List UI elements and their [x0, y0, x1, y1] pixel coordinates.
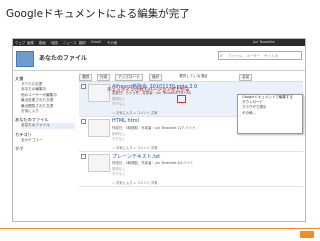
file-name[interactable]: プレーンテキスト.txt	[112, 153, 160, 160]
footer-logo	[300, 231, 314, 238]
search-icon: ⌕	[220, 53, 223, 59]
google-topbar: ウェブ 画像 動画 地図 ニュース 翻訳 Gmail その他 jun Teras…	[13, 39, 305, 46]
upload-button[interactable]: アップロード	[115, 74, 143, 81]
file-row[interactable]: プレーンテキスト.txt 作成日：3時間前、作成者：jun Terashita …	[79, 152, 303, 187]
divider	[13, 70, 305, 71]
page-title: あなたのファイル	[39, 55, 88, 62]
annotation-callout: チェックインされてバージョンが上がる	[107, 88, 190, 93]
sidebar-item-selected[interactable]: あなたのファイル	[21, 123, 75, 129]
topbar-link[interactable]: 動画	[39, 40, 46, 45]
search-input[interactable]: ⌕ ファイル、ユーザー、サイトの	[218, 51, 302, 60]
topbar-link[interactable]: ウェブ	[15, 40, 25, 45]
slide-title: Googleドキュメントによる編集が完了	[6, 8, 190, 20]
row-checkbox[interactable]	[81, 119, 86, 124]
filter-label: 選択している項目	[179, 74, 208, 78]
footer-divider	[0, 228, 320, 229]
file-meta: 作成日：3時間前、作成者：jun Terashita 127 バイト	[112, 126, 196, 130]
topbar-link[interactable]: ニュース	[63, 40, 76, 45]
topbar-link[interactable]: 画像	[27, 40, 34, 45]
file-thumbnail[interactable]	[88, 119, 110, 137]
file-list-panel: 選択 作成 アップロード 操作 選択している項目 名前 Alfresco勉強会_…	[79, 73, 303, 187]
sidebar: 文書 すべての文書 あなたの編集中 他のユーザーが編集中 最近変更された文書 最…	[15, 73, 75, 152]
file-tags: タグなし	[112, 137, 126, 141]
file-actions[interactable]: ☆ お気に入り ▫ コメント 共有	[112, 145, 158, 150]
action-popup-menu: Googleドキュメントで編集する ダウンロード ブラウザで表示 その他...	[237, 94, 303, 134]
file-meta: 作成日：3時間前、作成者：jun Terashita 63 バイト	[112, 161, 194, 165]
topbar-link[interactable]: Gmail	[91, 40, 101, 44]
actions-button[interactable]: 操作	[149, 74, 163, 81]
row-checkbox[interactable]	[81, 84, 86, 89]
file-thumbnail[interactable]	[88, 154, 110, 172]
menu-item-more[interactable]: その他...	[242, 111, 302, 116]
screenshot-frame: ウェブ 画像 動画 地図 ニュース 翻訳 Gmail その他 jun Teras…	[12, 38, 306, 222]
topbar-link[interactable]: 翻訳	[79, 40, 86, 45]
file-tags: タグなし	[112, 172, 126, 176]
sidebar-item[interactable]: 全カテゴリー	[21, 138, 75, 143]
row-checkbox[interactable]	[81, 154, 86, 159]
file-actions[interactable]: ☆ お気に入り ▫ コメント 共有	[112, 180, 158, 185]
sidebar-heading-tags[interactable]: タグ	[15, 146, 75, 152]
version-highlight-box	[177, 95, 186, 103]
toolbar: 選択 作成 アップロード 操作 選択している項目 名前	[79, 73, 303, 82]
create-button[interactable]: 作成	[97, 74, 111, 81]
topbar-link[interactable]: その他	[107, 40, 117, 45]
select-button[interactable]: 選択	[79, 74, 93, 81]
docs-logo-icon	[16, 51, 34, 67]
sort-button[interactable]: 名前	[239, 74, 253, 81]
file-tags: タグなし	[112, 102, 126, 106]
search-placeholder: ファイル、ユーザー、サイトの	[228, 54, 279, 58]
topbar-user[interactable]: jun Terashita	[253, 40, 275, 44]
file-actions[interactable]: ☆ お気に入り ▫ コメント 共有	[112, 110, 158, 115]
sidebar-item[interactable]: お気に入り	[21, 109, 75, 114]
file-name[interactable]: HTML.html	[112, 118, 139, 124]
docs-logo[interactable]	[16, 49, 38, 67]
topbar-link[interactable]: 地図	[51, 40, 58, 45]
